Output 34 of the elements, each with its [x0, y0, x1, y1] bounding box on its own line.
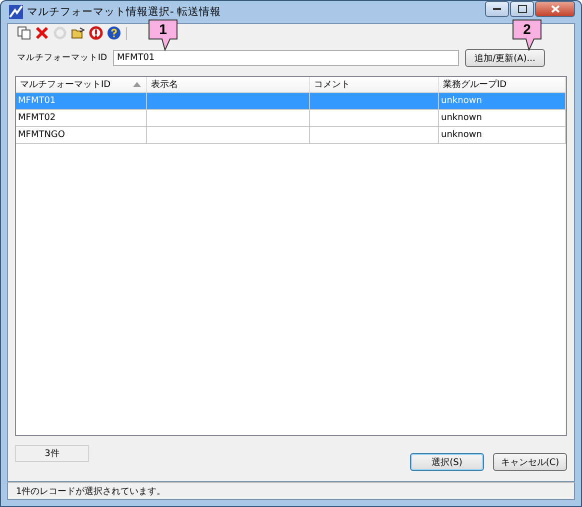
app-icon	[9, 5, 23, 19]
help-icon[interactable]	[106, 26, 121, 40]
cancel-button[interactable]: キャンセル(C)	[493, 453, 567, 471]
close-button[interactable]	[535, 1, 575, 17]
delete-icon[interactable]	[34, 26, 49, 40]
minimize-icon	[493, 8, 501, 10]
table-cell: MFMT01	[16, 93, 147, 109]
close-icon	[550, 5, 560, 13]
column-header[interactable]: マルチフォーマットID	[16, 77, 147, 92]
select-button[interactable]: 選択(S)	[410, 453, 484, 471]
copy-icon[interactable]	[16, 26, 31, 40]
column-header[interactable]: 表示名	[147, 77, 310, 92]
status-text: 1件のレコードが選択されています。	[16, 486, 166, 498]
table-cell: MFMT02	[16, 110, 147, 126]
record-count: 3件	[15, 445, 89, 462]
alert-icon[interactable]	[88, 26, 103, 40]
table-row[interactable]: MFMT02 unknown	[16, 110, 566, 127]
table-row[interactable]: MFMTNGO unknown	[16, 127, 566, 144]
maximize-button[interactable]	[510, 1, 534, 17]
folder-icon[interactable]	[70, 26, 85, 40]
minimize-button[interactable]	[485, 1, 509, 17]
callout-marker: 1	[148, 19, 180, 51]
table-cell: unknown	[439, 127, 566, 143]
column-header[interactable]: 業務グループID	[439, 77, 566, 92]
window-title: マルチフォーマット情報選択- 転送情報	[27, 5, 222, 19]
id-input-field[interactable]: MFMT01	[113, 50, 459, 66]
table-cell: unknown	[439, 93, 566, 109]
callout-marker: 2	[512, 19, 544, 51]
add-update-button[interactable]: 追加/更新(A)...	[465, 49, 545, 67]
table-cell: unknown	[439, 110, 566, 126]
column-header[interactable]: コメント	[310, 77, 439, 92]
maximize-icon	[518, 5, 526, 13]
field-label: マルチフォーマットID	[16, 52, 108, 64]
table-cell: MFMTNGO	[16, 127, 147, 143]
